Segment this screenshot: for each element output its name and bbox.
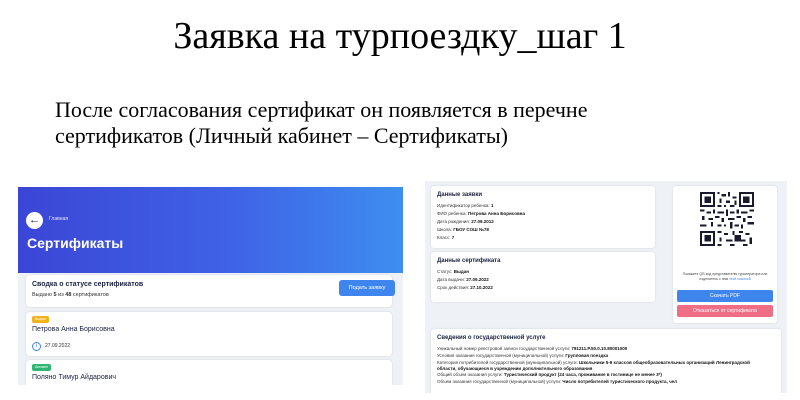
child-name: Поляно Тимур Айдарович bbox=[32, 374, 116, 381]
certificate-list-item[interactable]: Активен Поляно Тимур Айдарович bbox=[26, 360, 392, 385]
breadcrumb[interactable]: Главная bbox=[49, 216, 68, 222]
summary-title: Сводка о статусе сертификатов bbox=[32, 281, 144, 288]
back-arrow-icon[interactable]: ← bbox=[26, 212, 43, 229]
row-value: Число потребителей туристического продук… bbox=[562, 379, 678, 384]
row-value: 7 bbox=[451, 235, 455, 240]
qr-note-text: Покажите QR-код представителю туроперато… bbox=[682, 272, 768, 281]
row-label: Уникальный номер реестровой записи госуд… bbox=[437, 346, 571, 351]
row-label: Дата выдачи: bbox=[437, 277, 465, 282]
request-row: Класс: 7 bbox=[437, 235, 454, 240]
row-value: Петрова Анна Борисовна bbox=[467, 211, 525, 216]
request-data-card: Данные заявки Идентификатор ребенка: 1 Ф… bbox=[431, 186, 655, 248]
certificate-data-card: Данные сертификата Статус: Выдан Дата вы… bbox=[431, 252, 655, 302]
page-header: ← Главная Сертификаты bbox=[18, 187, 403, 273]
row-label: ФИО ребенка: bbox=[437, 211, 467, 216]
summary-card: Сводка о статусе сертификатов Выдано 5 и… bbox=[26, 275, 395, 307]
child-name: Петрова Анна Борисовна bbox=[32, 326, 115, 333]
info-icon: i bbox=[32, 342, 41, 351]
row-label: Идентификатор ребенка: bbox=[437, 203, 490, 208]
service-row: Уникальный номер реестровой записи госуд… bbox=[437, 346, 767, 352]
qr-card: Покажите QR-код представителю туроперато… bbox=[673, 186, 777, 323]
row-label: Условия оказания государственной (муници… bbox=[437, 353, 565, 358]
row-value: 27.10.2022 bbox=[470, 285, 493, 290]
service-row: Условия оказания государственной (муници… bbox=[437, 353, 767, 359]
row-value: ГБОУ СОШ №78 bbox=[453, 227, 489, 232]
certificate-date: 27.09.2022 bbox=[45, 343, 71, 349]
certificate-row: Срок действия: 27.10.2022 bbox=[437, 285, 493, 290]
refuse-certificate-button[interactable]: Отказаться от сертификата bbox=[677, 305, 773, 317]
certificate-list-item[interactable]: Выдан Петрова Анна Борисовна i 27.09.202… bbox=[26, 312, 392, 356]
service-info-title: Сведения о государственной услуге bbox=[437, 335, 546, 341]
request-row: Школа: ГБОУ СОШ №78 bbox=[437, 227, 489, 232]
row-value: 27.09.2012 bbox=[471, 219, 494, 224]
qr-code-icon bbox=[700, 192, 754, 246]
row-value: Групповая поездка bbox=[565, 353, 609, 358]
service-info-card: Сведения о государственной услуге Уникал… bbox=[431, 329, 781, 393]
summary-suffix: сертификатов bbox=[72, 292, 109, 298]
request-row: ФИО ребенка: Петрова Анна Борисовна bbox=[437, 211, 525, 216]
summary-issued-count: 5 bbox=[53, 292, 57, 298]
row-label: Дата рождения: bbox=[437, 219, 470, 224]
page-title: Сертификаты bbox=[27, 235, 124, 251]
row-value: 27.09.2022 bbox=[466, 277, 489, 282]
download-pdf-button[interactable]: Скачать PDF bbox=[677, 290, 773, 302]
summary-total-count: 48 bbox=[65, 292, 72, 298]
share-link[interactable]: этой ссылкой bbox=[729, 277, 751, 281]
summary-prefix: Выдано bbox=[32, 292, 52, 298]
certificate-row: Дата выдачи: 27.09.2022 bbox=[437, 277, 489, 282]
certificate-data-title: Данные сертификата bbox=[437, 258, 501, 264]
slide-title: Заявка на турпоездку_шаг 1 bbox=[173, 15, 627, 57]
request-row: Дата рождения: 27.09.2012 bbox=[437, 219, 494, 224]
row-label: Школа: bbox=[437, 227, 452, 232]
certificate-row: Статус: Выдан bbox=[437, 269, 469, 274]
service-row: Объем оказания государственной (муниципа… bbox=[437, 379, 767, 385]
row-label: Общий объем оказания услуги: bbox=[437, 372, 503, 377]
row-value: Туристический продукт (24 часа, проживан… bbox=[503, 372, 662, 377]
certificates-screenshot: ← Главная Сертификаты Сводка о статусе с… bbox=[18, 187, 403, 385]
certificate-details-screenshot: Данные заявки Идентификатор ребенка: 1 Ф… bbox=[425, 181, 787, 393]
summary-subtitle: Выдано 5 из 48 сертификатов bbox=[32, 292, 109, 298]
row-value: 1 bbox=[490, 203, 494, 208]
service-row: Категория потребителей государственной (… bbox=[437, 360, 767, 371]
row-label: Класс: bbox=[437, 235, 451, 240]
submit-application-button[interactable]: Подать заявку bbox=[339, 280, 395, 296]
row-label: Срок действия: bbox=[437, 285, 470, 290]
request-row: Идентификатор ребенка: 1 bbox=[437, 203, 493, 208]
row-label: Объем оказания государственной (муниципа… bbox=[437, 379, 562, 384]
status-badge: Активен bbox=[32, 364, 52, 371]
row-label: Категория потребителей государственной (… bbox=[437, 360, 578, 365]
row-value: Выдан bbox=[453, 269, 469, 274]
row-label: Статус: bbox=[437, 269, 453, 274]
request-data-title: Данные заявки bbox=[437, 192, 483, 198]
status-badge: Выдан bbox=[32, 316, 49, 323]
summary-of: из bbox=[58, 292, 64, 298]
row-value: 791211.Р.50.0.10.80001000 bbox=[571, 346, 628, 351]
service-row: Общий объем оказания услуги: Туристическ… bbox=[437, 372, 767, 378]
qr-instructions: Покажите QR-код представителю туроперато… bbox=[677, 272, 773, 281]
slide-body-text: После согласования сертификат он появляе… bbox=[55, 97, 588, 148]
